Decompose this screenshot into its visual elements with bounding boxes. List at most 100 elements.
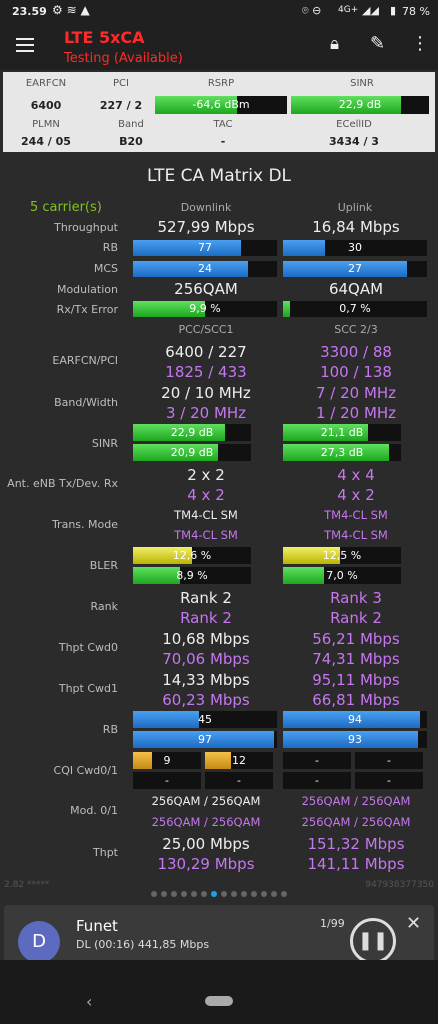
cqi-label: CQI Cwd0/1 xyxy=(53,764,118,777)
page-dot[interactable] xyxy=(261,891,267,897)
c1-cqi-a: 9 xyxy=(133,752,201,769)
rank-label: Rank xyxy=(90,600,118,613)
page-dot[interactable] xyxy=(221,891,227,897)
page-dot[interactable] xyxy=(281,891,287,897)
earfcn-label: EARFCN xyxy=(25,78,67,89)
c1-sinr-b-bar: 20,9 dB xyxy=(133,444,251,461)
thpt-cwd1-label: Thpt Cwd1 xyxy=(58,682,118,695)
c1-earfcn-b: 1825 / 433 xyxy=(165,363,247,381)
earfcn-pci-label: EARFCN/PCI xyxy=(52,354,118,367)
c2-band-a: 7 / 20 MHz xyxy=(315,384,397,402)
c1-modulation01-b: 256QAM / 256QAM xyxy=(151,815,261,829)
c2-modulation01-b: 256QAM / 256QAM xyxy=(301,815,411,829)
c2-rb-a-bar: 94 xyxy=(283,711,427,728)
page-dot[interactable] xyxy=(171,891,177,897)
edit-icon[interactable]: ✎ xyxy=(370,33,385,54)
c2-sinr-a-bar: 21,1 dB xyxy=(283,424,401,441)
dl-throughput: 527,99 Mbps xyxy=(157,218,255,236)
status-time: 23.59 xyxy=(12,5,47,18)
band-value: B20 xyxy=(119,135,143,148)
c1-modulation01-a: 256QAM / 256QAM xyxy=(151,794,261,808)
c1-band-a: 20 / 10 MHz xyxy=(161,384,251,402)
c1-thpt-cwd1-a: 14,33 Mbps xyxy=(162,671,250,689)
thpt-cwd0-label: Thpt Cwd0 xyxy=(58,641,118,654)
c2-bler-a-bar: 12,5 % xyxy=(283,547,401,564)
c2-cqi-a: - xyxy=(283,752,351,769)
nav-bar: ‹ xyxy=(0,960,438,1024)
battery-level: 78 % xyxy=(402,5,430,18)
rsrp-bar: -64,6 dBm xyxy=(155,96,287,114)
page-dot[interactable] xyxy=(201,891,207,897)
c2-cqi-d: - xyxy=(355,772,423,789)
downlink-header: Downlink xyxy=(180,201,232,214)
rsrp-label: RSRP xyxy=(207,78,235,89)
app-subtitle: Testing (Available) xyxy=(64,51,183,66)
c2-thpt-cwd0-a: 56,21 Mbps xyxy=(312,630,400,648)
tac-value: - xyxy=(220,135,226,148)
page-dot[interactable] xyxy=(241,891,247,897)
more-options-icon[interactable]: ⋮ xyxy=(411,33,429,54)
page-dot[interactable] xyxy=(191,891,197,897)
ul-modulation: 64QAM xyxy=(328,280,384,298)
throughput-label: Throughput xyxy=(54,221,118,234)
c2-rank-a: Rank 3 xyxy=(330,589,382,607)
trans-mode-label: Trans. Mode xyxy=(51,518,118,531)
page-dot[interactable] xyxy=(161,891,167,897)
page-dot[interactable] xyxy=(211,891,217,897)
close-icon[interactable]: ✕ xyxy=(406,913,421,934)
page-dot[interactable] xyxy=(271,891,277,897)
mod-01-label: Mod. 0/1 xyxy=(70,804,118,817)
c1-rb-b-bar: 97 xyxy=(133,731,277,748)
page-dot[interactable] xyxy=(151,891,157,897)
c2-thpt-b: 141,11 Mbps xyxy=(307,855,405,873)
c1-thpt-cwd1-b: 60,23 Mbps xyxy=(162,691,250,709)
c1-bler-a-bar: 12,6 % xyxy=(133,547,251,564)
c2-bler-b-bar: 7,0 % xyxy=(283,567,401,584)
page-dot[interactable] xyxy=(231,891,237,897)
pci-value: 227 / 2 xyxy=(99,99,143,112)
c1-thpt-cwd0-b: 70,06 Mbps xyxy=(162,650,250,668)
c1-trans-mode-b: TM4-CL SM xyxy=(174,528,238,542)
dl-mcs-bar: 24 xyxy=(133,261,277,277)
lock-icon[interactable]: 🔒︎ xyxy=(330,34,339,54)
pause-icon[interactable]: ❚❚ xyxy=(350,918,396,964)
page-dot[interactable] xyxy=(181,891,187,897)
c2-modulation01-a: 256QAM / 256QAM xyxy=(301,794,411,808)
c2-thpt-a: 151,32 Mbps xyxy=(307,835,405,853)
earfcn-value: 6400 xyxy=(30,99,62,112)
c1-bler-b-bar: 8,9 % xyxy=(133,567,251,584)
ul-rb-bar: 30 xyxy=(283,240,427,256)
c2-rank-b: Rank 2 xyxy=(330,609,382,627)
dl-error-bar: 9,9 % xyxy=(133,301,277,317)
c1-sinr-a-bar: 22,9 dB xyxy=(133,424,251,441)
sinr-label: SINR xyxy=(350,78,374,89)
c1-thpt-b: 130,29 Mbps xyxy=(157,855,255,873)
plmn-value: 244 / 05 xyxy=(21,135,71,148)
scc-header: SCC 2/3 xyxy=(334,323,378,336)
antenna-label: Ant. eNB Tx/Dev. Rx xyxy=(7,477,118,490)
c1-antenna-b: 4 x 2 xyxy=(187,486,225,504)
serving-cell-panel: EARFCN PCI RSRP SINR 6400 227 / 2 -64,6 … xyxy=(3,72,435,152)
avatar: D xyxy=(18,921,60,963)
ecellid-label: ECellID xyxy=(336,119,372,130)
uplink-header: Uplink xyxy=(337,201,373,214)
c2-band-b: 1 / 20 MHz xyxy=(315,404,397,422)
mcs-label: MCS xyxy=(93,262,118,275)
player-name: Funet xyxy=(76,917,118,935)
player-detail: DL (00:16) 441,85 Mbps xyxy=(76,938,210,951)
menu-icon[interactable] xyxy=(16,38,34,52)
band-label: Band xyxy=(118,119,144,130)
page-dot[interactable] xyxy=(251,891,257,897)
home-pill[interactable] xyxy=(205,996,233,1006)
c1-antenna-a: 2 x 2 xyxy=(187,466,225,484)
back-icon[interactable]: ‹ xyxy=(86,992,92,1011)
bler-row-label: BLER xyxy=(89,559,118,572)
band-width-label: Band/Width xyxy=(54,396,118,409)
ul-error-bar: 0,7 % xyxy=(283,301,427,317)
page-indicator[interactable] xyxy=(0,882,438,901)
rb2-row-label: RB xyxy=(102,723,118,736)
c1-cqi-d: - xyxy=(205,772,273,789)
c1-thpt-cwd0-a: 10,68 Mbps xyxy=(162,630,250,648)
c2-antenna-b: 4 x 2 xyxy=(337,486,375,504)
thpt-label: Thpt xyxy=(93,846,118,859)
